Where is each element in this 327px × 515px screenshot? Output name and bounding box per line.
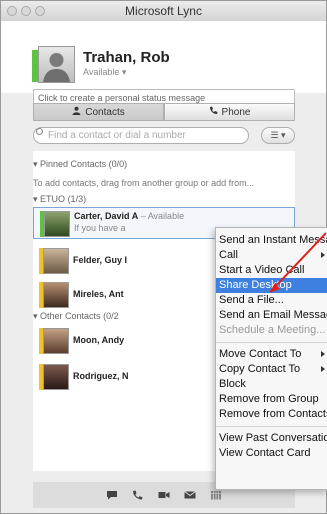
annotation-arrow: [269, 232, 327, 293]
lync-window: Microsoft Lync Trahan, Rob Available ▾ C…: [0, 0, 327, 514]
